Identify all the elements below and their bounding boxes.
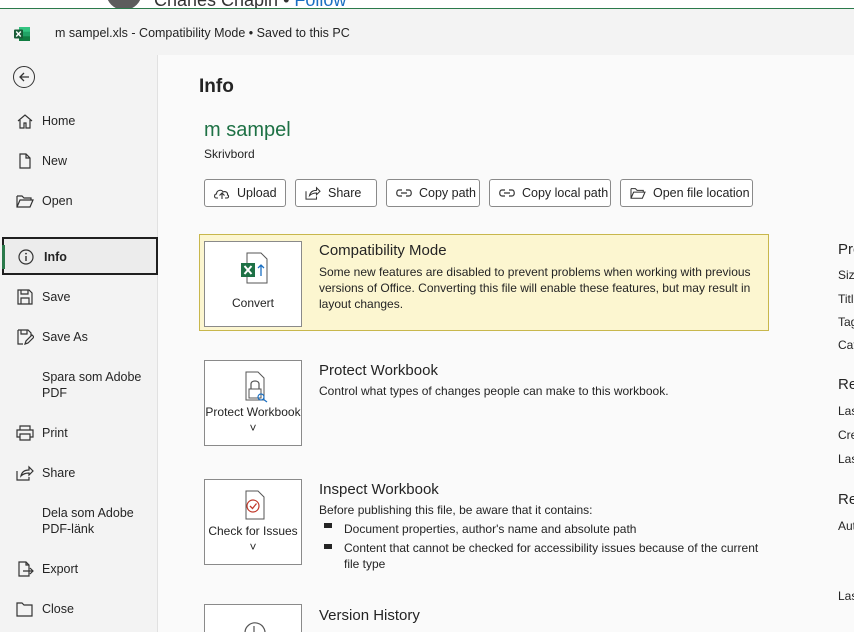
sidebar-item-open[interactable]: Open bbox=[0, 182, 158, 220]
back-button[interactable] bbox=[13, 66, 35, 88]
sidebar-item-label: Close bbox=[42, 602, 74, 616]
inspect-workbook-description: Before publishing this file, be aware th… bbox=[319, 503, 593, 517]
share-icon bbox=[16, 465, 34, 481]
sidebar-item-share[interactable]: Share bbox=[0, 454, 158, 492]
sidebar-item-label: Share bbox=[42, 466, 76, 480]
property-row: Tag bbox=[838, 315, 854, 329]
sidebar-item-share-adobe-pdf-link[interactable]: Dela som Adobe PDF-länk bbox=[0, 501, 158, 539]
link-icon bbox=[396, 189, 412, 197]
sidebar-item-close[interactable]: Close bbox=[0, 590, 158, 628]
file-location: Skrivbord bbox=[204, 147, 255, 161]
backstage-sidebar: Home New Open Info Save Save As Spara so… bbox=[0, 55, 158, 632]
protect-workbook-button[interactable]: Protect Workbook ˅ bbox=[204, 360, 302, 446]
date-row: Las bbox=[838, 452, 854, 466]
link-icon bbox=[499, 189, 515, 197]
sidebar-item-label: Spara som Adobe PDF bbox=[42, 370, 142, 400]
property-row: Cat bbox=[838, 338, 854, 352]
export-icon bbox=[18, 561, 34, 577]
copy-path-label: Copy path bbox=[419, 186, 476, 200]
back-arrow-icon bbox=[19, 72, 29, 82]
protect-workbook-title: Protect Workbook bbox=[319, 362, 438, 379]
home-icon bbox=[17, 114, 33, 129]
excel-icon bbox=[14, 27, 30, 41]
folder-icon bbox=[630, 188, 646, 199]
sidebar-item-home[interactable]: Home bbox=[0, 102, 158, 140]
compatibility-mode-title: Compatibility Mode bbox=[319, 242, 447, 259]
convert-label: Convert bbox=[231, 296, 275, 310]
background-avatar bbox=[106, 0, 142, 8]
protect-workbook-label: Protect Workbook ˅ bbox=[205, 405, 301, 435]
property-row: Title bbox=[838, 292, 854, 306]
related-dates-heading: Re bbox=[838, 376, 854, 393]
date-row: Las bbox=[838, 404, 854, 418]
share-button[interactable]: Share bbox=[295, 179, 377, 207]
background-window-strip: Charles Chapin • Follow bbox=[0, 0, 854, 8]
check-document-icon bbox=[245, 490, 265, 520]
sidebar-item-label: Info bbox=[44, 250, 67, 264]
version-history-button[interactable] bbox=[204, 604, 302, 632]
sidebar-item-label: Open bbox=[42, 194, 73, 208]
sidebar-item-label: Home bbox=[42, 114, 76, 128]
title-bar: m sampel.xls - Compatibility Mode • Save… bbox=[0, 8, 854, 55]
sidebar-item-label: Save bbox=[42, 290, 71, 304]
upload-label: Upload bbox=[237, 186, 277, 200]
version-history-title: Version History bbox=[319, 607, 420, 624]
sidebar-item-print[interactable]: Print bbox=[0, 414, 158, 452]
sidebar-item-export[interactable]: Export bbox=[0, 550, 158, 588]
sidebar-item-new[interactable]: New bbox=[0, 142, 158, 180]
info-pane: Info m sampel Skrivbord Upload Share Cop… bbox=[158, 55, 854, 632]
sidebar-item-save[interactable]: Save bbox=[0, 278, 158, 316]
inspect-workbook-title: Inspect Workbook bbox=[319, 481, 439, 498]
sidebar-item-label: Print bbox=[42, 426, 68, 440]
save-icon bbox=[17, 289, 33, 305]
copy-local-path-label: Copy local path bbox=[522, 186, 609, 200]
sidebar-item-info[interactable]: Info bbox=[2, 237, 158, 275]
date-row: Cre bbox=[838, 428, 854, 442]
file-name: m sampel bbox=[204, 119, 291, 141]
sidebar-item-label: New bbox=[42, 154, 68, 168]
people-row: Aut bbox=[838, 519, 854, 533]
sidebar-item-label: Dela som Adobe PDF-länk bbox=[42, 506, 134, 536]
copy-path-button[interactable]: Copy path bbox=[386, 179, 480, 207]
properties-heading: Pro bbox=[838, 241, 854, 258]
upload-icon bbox=[214, 189, 230, 199]
protect-workbook-description: Control what types of changes people can… bbox=[319, 384, 669, 398]
convert-excel-icon bbox=[241, 252, 268, 284]
last-row: Las bbox=[838, 589, 854, 603]
bullet-marker bbox=[324, 523, 332, 528]
property-row: Size bbox=[838, 268, 854, 282]
bullet-marker bbox=[324, 544, 332, 549]
related-people-heading: Re bbox=[838, 491, 854, 508]
sidebar-item-save-as-adobe-pdf[interactable]: Spara som Adobe PDF bbox=[0, 365, 158, 403]
share-label: Share bbox=[328, 186, 362, 200]
compatibility-mode-description: Some new features are disabled to preven… bbox=[319, 265, 751, 311]
background-author-text: Charles Chapin • Follow bbox=[154, 0, 346, 8]
share-icon bbox=[305, 186, 321, 200]
inspect-bullet-item: Content that cannot be checked for acces… bbox=[344, 541, 759, 571]
convert-button[interactable]: Convert bbox=[204, 241, 302, 327]
sidebar-item-label: Export bbox=[42, 562, 79, 576]
new-file-icon bbox=[19, 153, 31, 169]
sidebar-item-label: Save As bbox=[42, 330, 88, 344]
close-folder-icon bbox=[16, 602, 33, 617]
print-icon bbox=[16, 425, 34, 441]
inspect-bullet-item: Document properties, author's name and a… bbox=[344, 522, 637, 536]
open-file-location-button[interactable]: Open file location bbox=[620, 179, 753, 207]
open-file-location-label: Open file location bbox=[653, 186, 750, 200]
check-for-issues-label: Check for Issues ˅ bbox=[208, 524, 298, 554]
info-icon bbox=[18, 249, 34, 265]
page-title: Info bbox=[199, 76, 234, 97]
history-icon bbox=[244, 622, 266, 632]
save-as-icon bbox=[17, 329, 34, 345]
copy-local-path-button[interactable]: Copy local path bbox=[489, 179, 611, 207]
lock-key-icon bbox=[245, 371, 268, 403]
sidebar-item-save-as[interactable]: Save As bbox=[0, 318, 158, 356]
check-for-issues-button[interactable]: Check for Issues ˅ bbox=[204, 479, 302, 565]
upload-button[interactable]: Upload bbox=[204, 179, 286, 207]
window-title: m sampel.xls - Compatibility Mode • Save… bbox=[55, 26, 350, 40]
folder-open-icon bbox=[16, 195, 34, 208]
